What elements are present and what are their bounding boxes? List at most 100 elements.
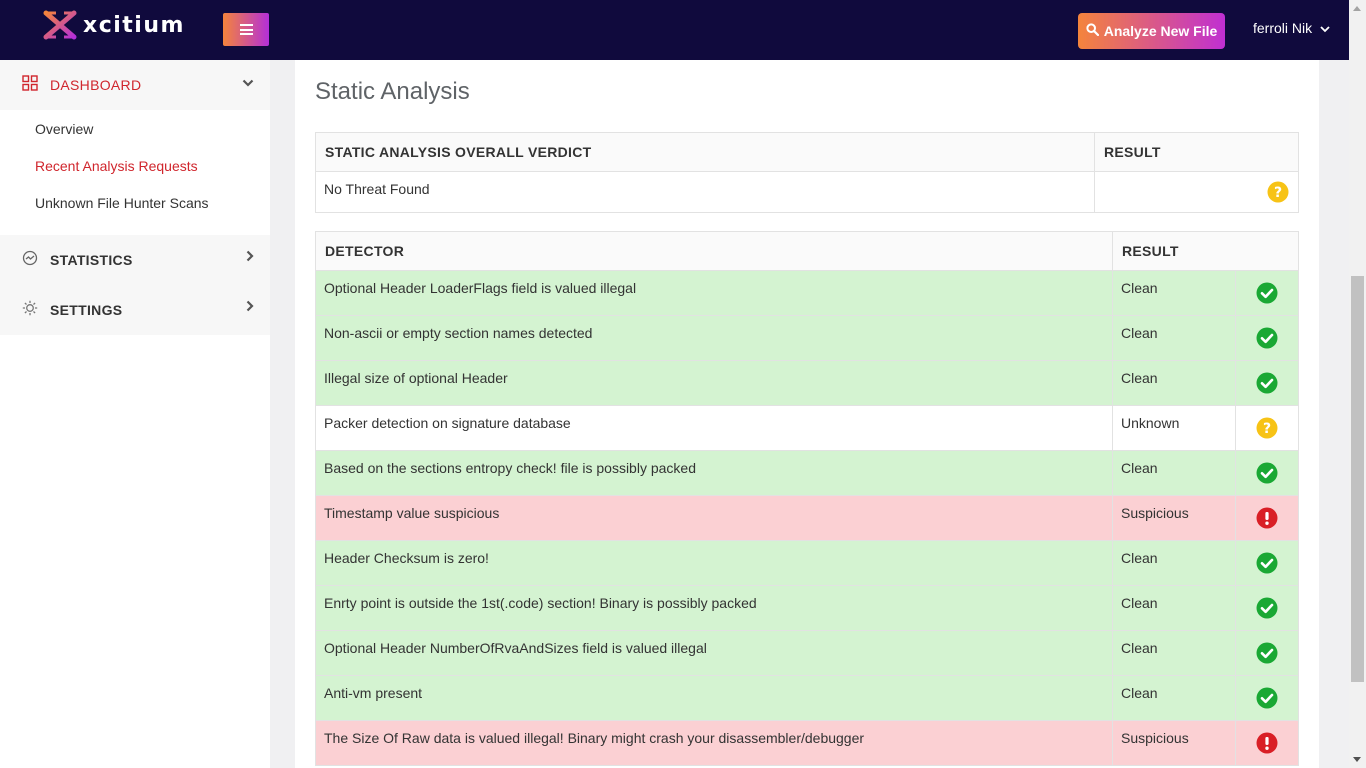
column-header-verdict: STATIC ANALYSIS OVERALL VERDICT: [315, 132, 1095, 172]
svg-text:?: ?: [1274, 185, 1282, 201]
table-row: Non-ascii or empty section names detecte…: [315, 315, 1299, 361]
chevron-right-icon: [246, 299, 254, 317]
hamburger-icon: [239, 24, 253, 35]
detector-name: Based on the sections entropy check! fil…: [315, 450, 1113, 496]
result-icon-cell: [1235, 585, 1299, 631]
question-icon: ?: [1267, 181, 1289, 203]
table-row: Header Checksum is zero! Clean: [315, 540, 1299, 586]
check-circle-icon: [1256, 642, 1278, 664]
result-icon-cell: ?: [1235, 405, 1299, 451]
result-icon-cell: [1235, 540, 1299, 586]
search-icon: [1086, 23, 1099, 39]
sidebar-toggle-button[interactable]: [223, 13, 269, 46]
page-scrollbar[interactable]: [1349, 0, 1366, 768]
sidebar-item-recent-analysis-requests[interactable]: Recent Analysis Requests: [0, 147, 270, 184]
table-row: Enrty point is outside the 1st(.code) se…: [315, 585, 1299, 631]
detector-name: Header Checksum is zero!: [315, 540, 1113, 586]
detector-result: Clean: [1112, 450, 1236, 496]
scroll-down-arrow-icon[interactable]: [1353, 757, 1361, 762]
detector-name: Optional Header NumberOfRvaAndSizes fiel…: [315, 630, 1113, 676]
table-row: Packer detection on signature database Un…: [315, 405, 1299, 451]
statistics-gauge-icon: [22, 250, 38, 271]
detector-result: Suspicious: [1112, 720, 1236, 766]
table-row: Timestamp value suspicious Suspicious: [315, 495, 1299, 541]
sidebar-item-label: SETTINGS: [50, 302, 123, 318]
detector-table: DETECTOR RESULT Optional Header LoaderFl…: [315, 231, 1299, 766]
top-navbar: xcitium Analyze New File ferroli Nik: [0, 0, 1349, 60]
analyze-new-file-label: Analyze New File: [1103, 23, 1218, 39]
chevron-down-icon: [242, 74, 254, 92]
verdict-value: No Threat Found: [315, 171, 1095, 213]
exclamation-circle-icon: [1256, 732, 1278, 754]
brand-name: xcitium: [83, 12, 185, 38]
dashboard-grid-icon: [22, 74, 38, 96]
detector-name: Packer detection on signature database: [315, 405, 1113, 451]
check-circle-icon: [1256, 282, 1278, 304]
sidebar: DASHBOARD Overview Recent Analysis Reque…: [0, 60, 270, 768]
result-icon-cell: [1235, 675, 1299, 721]
static-analysis-panel: Static Analysis STATIC ANALYSIS OVERALL …: [295, 60, 1319, 768]
table-row: Optional Header LoaderFlags field is val…: [315, 270, 1299, 316]
check-circle-icon: [1256, 327, 1278, 349]
check-circle-icon: [1256, 687, 1278, 709]
gear-icon: [22, 300, 38, 321]
table-row: The Size Of Raw data is valued illegal! …: [315, 720, 1299, 766]
detector-result: Clean: [1112, 540, 1236, 586]
result-icon-cell: [1235, 315, 1299, 361]
sidebar-item-dashboard[interactable]: DASHBOARD: [0, 60, 270, 110]
column-header-result: RESULT: [1112, 231, 1299, 271]
sidebar-item-label: DASHBOARD: [50, 77, 142, 93]
table-row: Illegal size of optional Header Clean: [315, 360, 1299, 406]
table-row: Optional Header NumberOfRvaAndSizes fiel…: [315, 630, 1299, 676]
dashboard-submenu: Overview Recent Analysis Requests Unknow…: [0, 110, 270, 235]
result-icon-cell: [1235, 720, 1299, 766]
table-row: Anti-vm present Clean: [315, 675, 1299, 721]
detector-name: Timestamp value suspicious: [315, 495, 1113, 541]
exclamation-circle-icon: [1256, 507, 1278, 529]
sidebar-group-dashboard: DASHBOARD: [0, 60, 270, 110]
detector-result: Clean: [1112, 630, 1236, 676]
sidebar-group-statistics: STATISTICS SETTINGS: [0, 235, 270, 335]
check-circle-icon: [1256, 597, 1278, 619]
table-row: No Threat Found ?: [315, 171, 1299, 213]
question-icon: ?: [1256, 417, 1278, 439]
detector-table-body: Optional Header LoaderFlags field is val…: [315, 270, 1299, 766]
check-circle-icon: [1256, 552, 1278, 574]
detector-result: Clean: [1112, 270, 1236, 316]
table-header-row: DETECTOR RESULT: [315, 231, 1299, 271]
result-icon-cell: [1235, 630, 1299, 676]
column-header-result: RESULT: [1094, 132, 1299, 172]
detector-result: Unknown: [1112, 405, 1236, 451]
detector-result: Suspicious: [1112, 495, 1236, 541]
table-row: Based on the sections entropy check! fil…: [315, 450, 1299, 496]
result-icon-cell: [1235, 270, 1299, 316]
sidebar-item-overview[interactable]: Overview: [0, 110, 270, 147]
detector-name: Enrty point is outside the 1st(.code) se…: [315, 585, 1113, 631]
chevron-down-icon: [1320, 20, 1330, 36]
result-icon-cell: [1235, 360, 1299, 406]
detector-result: Clean: [1112, 585, 1236, 631]
sidebar-item-unknown-file-hunter-scans[interactable]: Unknown File Hunter Scans: [0, 184, 270, 221]
brand-logo[interactable]: xcitium: [43, 10, 185, 40]
detector-name: Non-ascii or empty section names detecte…: [315, 315, 1113, 361]
svg-text:?: ?: [1263, 421, 1271, 437]
analyze-new-file-button[interactable]: Analyze New File: [1078, 13, 1225, 49]
user-name: ferroli Nik: [1253, 20, 1313, 36]
detector-result: Clean: [1112, 675, 1236, 721]
sidebar-item-settings[interactable]: SETTINGS: [0, 285, 270, 335]
scroll-up-arrow-icon[interactable]: [1353, 6, 1361, 11]
detector-name: The Size Of Raw data is valued illegal! …: [315, 720, 1113, 766]
user-menu[interactable]: ferroli Nik: [1253, 20, 1330, 36]
sidebar-item-statistics[interactable]: STATISTICS: [0, 235, 270, 285]
check-circle-icon: [1256, 462, 1278, 484]
sidebar-item-label: STATISTICS: [50, 252, 133, 268]
column-header-detector: DETECTOR: [315, 231, 1113, 271]
detector-name: Optional Header LoaderFlags field is val…: [315, 270, 1113, 316]
check-circle-icon: [1256, 372, 1278, 394]
result-icon-cell: [1235, 450, 1299, 496]
verdict-table: STATIC ANALYSIS OVERALL VERDICT RESULT N…: [315, 132, 1299, 213]
result-icon-cell: [1235, 495, 1299, 541]
detector-name: Illegal size of optional Header: [315, 360, 1113, 406]
page-title: Static Analysis: [315, 78, 470, 105]
scrollbar-thumb[interactable]: [1351, 276, 1364, 682]
